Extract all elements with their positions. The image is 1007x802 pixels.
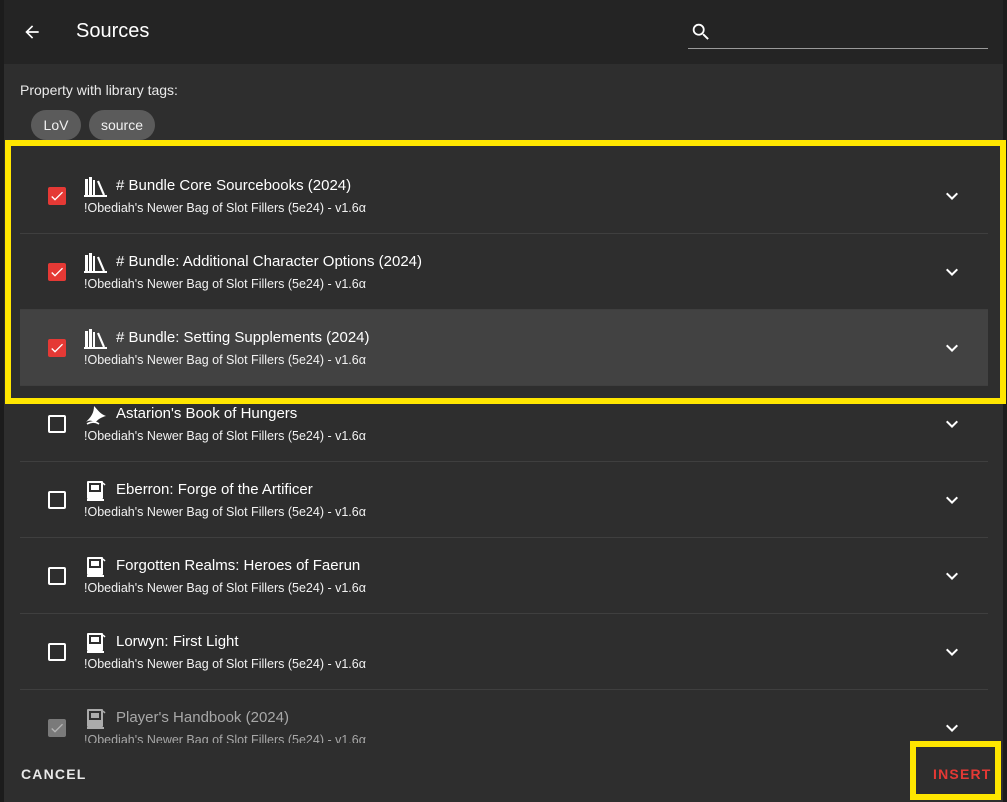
source-list: # Bundle Core Sourcebooks (2024) !Obediah… bbox=[20, 158, 988, 743]
cancel-button[interactable]: CANCEL bbox=[21, 766, 87, 782]
source-title: Lorwyn: First Light bbox=[116, 633, 239, 650]
source-title: Astarion's Book of Hungers bbox=[116, 405, 298, 422]
chevron-down-icon[interactable] bbox=[940, 414, 964, 434]
source-title: # Bundle Core Sourcebooks (2024) bbox=[116, 177, 352, 194]
bookshelf-icon bbox=[84, 328, 108, 350]
chevron-down-icon[interactable] bbox=[940, 718, 964, 738]
source-row[interactable]: Forgotten Realms: Heroes of Faerun !Obedi… bbox=[20, 538, 988, 614]
book-icon bbox=[84, 480, 108, 502]
chevron-down-icon[interactable] bbox=[940, 338, 964, 358]
source-checkbox[interactable] bbox=[48, 567, 66, 585]
source-title: Eberron: Forge of the Artificer bbox=[116, 481, 313, 498]
source-checkbox[interactable] bbox=[48, 415, 66, 433]
dialog-footer: CANCEL INSERT bbox=[4, 743, 1003, 802]
chevron-down-icon[interactable] bbox=[940, 186, 964, 206]
source-row[interactable]: # Bundle: Setting Supplements (2024) !Obe… bbox=[20, 310, 988, 386]
sources-dialog: Sources Property with library tags: LoV … bbox=[4, 0, 1003, 802]
bookshelf-icon bbox=[84, 252, 108, 274]
source-row[interactable]: Player's Handbook (2024) !Obediah's Newer… bbox=[20, 690, 988, 743]
tag-chip-source[interactable]: source bbox=[89, 110, 155, 140]
back-button[interactable] bbox=[18, 18, 46, 46]
arrow-left-icon bbox=[25, 25, 39, 39]
library-tags-label: Property with library tags: bbox=[20, 82, 178, 98]
source-row[interactable]: Astarion's Book of Hungers !Obediah's New… bbox=[20, 386, 988, 462]
app-bar: Sources bbox=[4, 0, 1003, 64]
bookshelf-icon bbox=[84, 176, 108, 198]
book-icon bbox=[84, 556, 108, 578]
source-title: Player's Handbook (2024) bbox=[116, 709, 289, 726]
book-icon bbox=[84, 632, 108, 654]
tag-chip-lov[interactable]: LoV bbox=[31, 110, 81, 140]
page-title: Sources bbox=[76, 20, 150, 42]
chevron-down-icon[interactable] bbox=[940, 642, 964, 662]
source-row[interactable]: # Bundle: Additional Character Options (… bbox=[20, 234, 988, 310]
source-subtitle: !Obediah's Newer Bag of Slot Fillers (5e… bbox=[84, 201, 366, 215]
source-checkbox[interactable] bbox=[48, 643, 66, 661]
open-book-icon bbox=[84, 404, 108, 426]
chevron-down-icon[interactable] bbox=[940, 490, 964, 510]
source-checkbox[interactable] bbox=[48, 339, 66, 357]
source-subtitle: !Obediah's Newer Bag of Slot Fillers (5e… bbox=[84, 581, 366, 595]
insert-button[interactable]: INSERT bbox=[933, 766, 992, 782]
source-subtitle: !Obediah's Newer Bag of Slot Fillers (5e… bbox=[84, 505, 366, 519]
chevron-down-icon[interactable] bbox=[940, 262, 964, 282]
check-icon bbox=[51, 191, 63, 201]
source-row[interactable]: Lorwyn: First Light !Obediah's Newer Bag … bbox=[20, 614, 988, 690]
source-subtitle: !Obediah's Newer Bag of Slot Fillers (5e… bbox=[84, 733, 366, 743]
source-checkbox[interactable] bbox=[48, 263, 66, 281]
check-icon bbox=[51, 343, 63, 353]
check-icon bbox=[51, 267, 63, 277]
search-icon bbox=[692, 23, 709, 40]
search-field[interactable] bbox=[688, 16, 988, 49]
source-checkbox bbox=[48, 719, 66, 737]
source-subtitle: !Obediah's Newer Bag of Slot Fillers (5e… bbox=[84, 353, 366, 367]
book-icon bbox=[84, 708, 108, 730]
chevron-down-icon[interactable] bbox=[940, 566, 964, 586]
source-subtitle: !Obediah's Newer Bag of Slot Fillers (5e… bbox=[84, 657, 366, 671]
source-title: Forgotten Realms: Heroes of Faerun bbox=[116, 557, 361, 574]
source-row[interactable]: # Bundle Core Sourcebooks (2024) !Obediah… bbox=[20, 158, 988, 234]
source-subtitle: !Obediah's Newer Bag of Slot Fillers (5e… bbox=[84, 277, 366, 291]
search-input[interactable] bbox=[720, 20, 984, 46]
source-title: # Bundle: Additional Character Options (… bbox=[116, 253, 423, 270]
check-icon bbox=[51, 723, 63, 733]
source-subtitle: !Obediah's Newer Bag of Slot Fillers (5e… bbox=[84, 429, 366, 443]
source-checkbox[interactable] bbox=[48, 187, 66, 205]
source-checkbox[interactable] bbox=[48, 491, 66, 509]
source-title: # Bundle: Setting Supplements (2024) bbox=[116, 329, 370, 346]
source-row[interactable]: Eberron: Forge of the Artificer !Obediah'… bbox=[20, 462, 988, 538]
